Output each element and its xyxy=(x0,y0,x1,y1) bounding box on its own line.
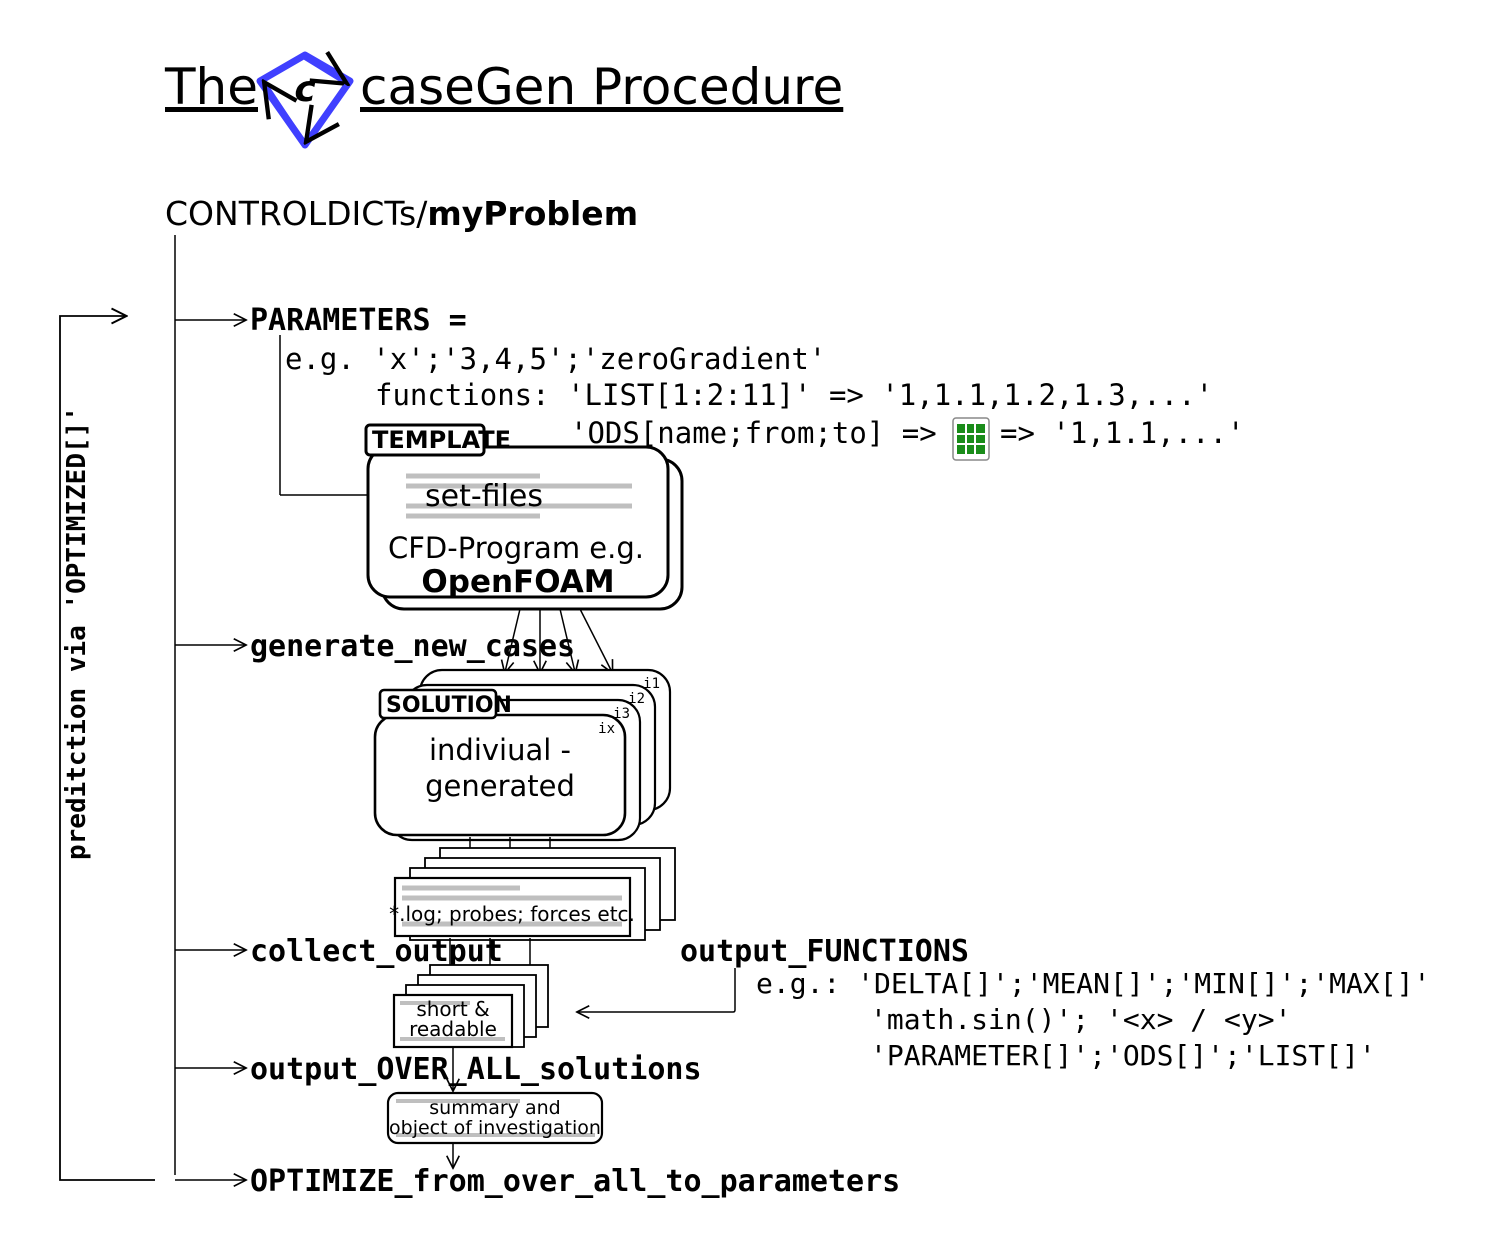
prediction-side-label: preditction via 'OPTIMIZED[]' xyxy=(62,406,92,860)
solution-ix: ix xyxy=(598,721,615,737)
root-prefix: CONTROLDICTs/ xyxy=(165,194,428,233)
output-functions-eg: e.g.: 'DELTA[]';'MEAN[]';'MIN[]';'MAX[]' xyxy=(756,967,1430,1000)
root-name: myProblem xyxy=(427,194,638,233)
summary-sheet: summary and object of investigation xyxy=(388,1093,602,1143)
template-label: TEMPLATE xyxy=(372,426,511,454)
output-functions-line3: 'PARAMETER[]';'ODS[]';'LIST[]' xyxy=(870,1039,1376,1072)
ods-left: 'ODS[name;from;to] => xyxy=(570,416,937,450)
summary-line1: summary and xyxy=(429,1097,560,1119)
title-pre: The xyxy=(164,58,258,116)
logs-label: *.log; probes; forces etc. xyxy=(389,902,635,926)
casegen-logo-icon: c xyxy=(260,55,350,145)
output-functions-title: output_FUNCTIONS xyxy=(680,934,969,969)
solution-box: i1 i2 i3 ix SOLUTION indiviual - generat… xyxy=(375,670,670,840)
output-functions-line2: 'math.sin()'; '<x> / <y>' xyxy=(870,1003,1291,1036)
short-readable-sheets: short & readable xyxy=(394,965,548,1047)
optimize-label: OPTIMIZE_from_over_all_to_parameters xyxy=(250,1164,900,1199)
svg-text:c: c xyxy=(294,69,315,110)
short-line2: readable xyxy=(409,1017,497,1041)
root-path: CONTROLDICTs/myProblem xyxy=(165,194,638,233)
spreadsheet-icon xyxy=(953,418,989,460)
output-over-all: output_OVER_ALL_solutions xyxy=(250,1052,702,1087)
cfd-name: OpenFOAM xyxy=(421,564,614,600)
collect-output: collect_output xyxy=(250,934,503,969)
solution-label: SOLUTION xyxy=(386,693,512,718)
summary-line2: object of investigation xyxy=(389,1117,601,1139)
functions-line: functions: 'LIST[1:2:11]' => '1,1.1,1.2,… xyxy=(375,378,1213,412)
parameters-heading: PARAMETERS = xyxy=(250,303,467,338)
generate-new-cases: generate_new_cases xyxy=(250,629,575,664)
individual-line1: indiviual - xyxy=(429,733,571,767)
individual-line2: generated xyxy=(425,769,575,803)
page-title: The caseGen Procedure c xyxy=(164,55,843,145)
svg-text:The: The xyxy=(164,58,258,116)
cfd-line: CFD-Program e.g. xyxy=(388,531,644,565)
ods-right: => '1,1.1,...' xyxy=(1000,416,1244,450)
log-sheets: *.log; probes; forces etc. xyxy=(389,848,675,940)
svg-text:caseGen Procedure: caseGen Procedure xyxy=(360,58,843,116)
parameters-example: e.g. 'x';'3,4,5';'zeroGradient' xyxy=(285,342,826,376)
template-box: TEMPLATE set-files CFD-Program e.g. Open… xyxy=(366,425,682,609)
title-post: caseGen Procedure xyxy=(360,58,843,116)
set-files-label: set-files xyxy=(425,479,543,514)
